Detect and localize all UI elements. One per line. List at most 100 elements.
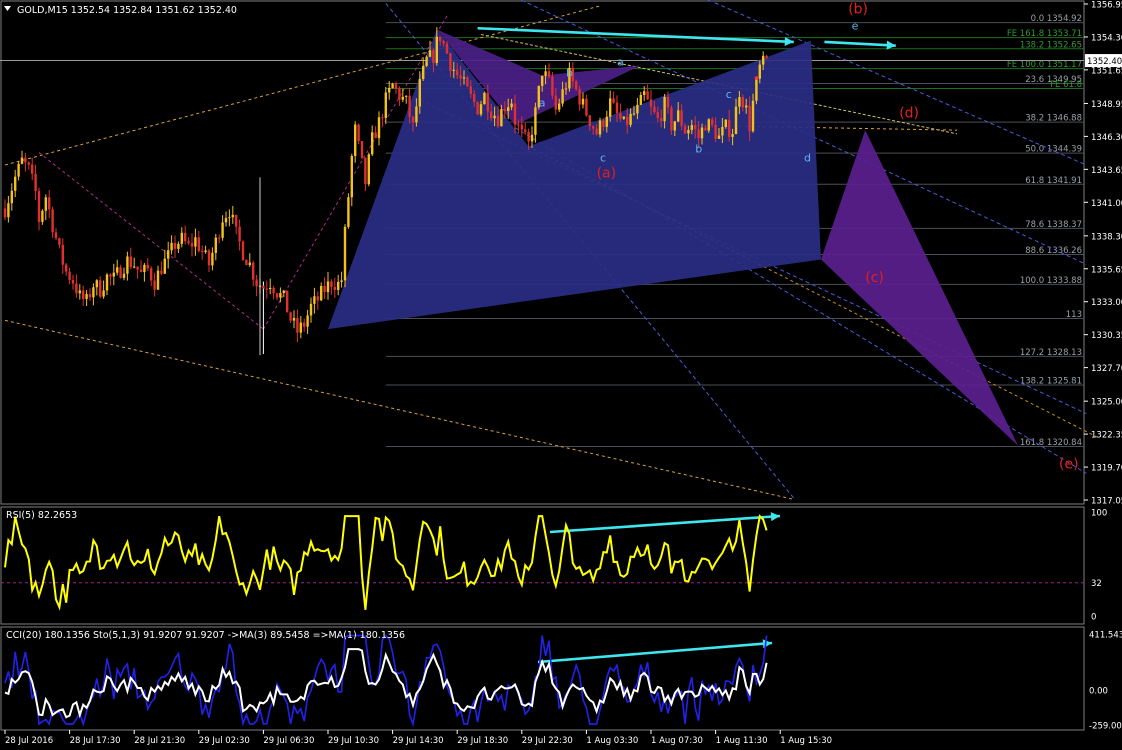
candle-bull [279, 292, 282, 298]
chart-window[interactable]: 0.0 1354.92 FE 161.8 1353.71 138.2 1352.65… [0, 0, 1122, 746]
candle-bull [41, 210, 44, 222]
candle-bear [24, 157, 27, 163]
candle-bear [265, 288, 268, 290]
candle-bull [530, 134, 534, 142]
candle-bear [697, 129, 700, 139]
fib-level-label: 61.8 1341.91 [1025, 176, 1082, 186]
candle-bear [241, 241, 245, 261]
candle-bear [748, 105, 751, 132]
candle-bull [745, 105, 748, 108]
candle-bear [146, 264, 149, 269]
candle-bull [534, 107, 537, 135]
candle-bull [347, 197, 350, 227]
candle-bear [456, 69, 459, 76]
candle-bull [734, 106, 738, 135]
candle-bull [306, 315, 309, 327]
candle-bull [167, 250, 170, 259]
candle-bull [367, 154, 370, 185]
candle-bull [418, 79, 421, 107]
candle-bull [102, 290, 105, 297]
candle-bull [507, 107, 510, 112]
rsi-tick-label: 0 [1091, 613, 1096, 623]
candle-bull [248, 262, 251, 266]
candle-bull [428, 50, 432, 57]
candle-bull [755, 78, 758, 101]
candle-bull [717, 135, 721, 139]
cci-tick-label: 0.00 [1089, 687, 1108, 697]
wave-label-cyan: c [726, 88, 732, 101]
candle-bear [653, 106, 656, 113]
candle-bear [99, 280, 102, 297]
price-tick-label: 1333.00 [1091, 298, 1122, 308]
candle-bull [636, 104, 639, 114]
candle-bear [333, 286, 336, 290]
candle-bear [714, 124, 717, 139]
candle-bear [381, 117, 384, 119]
candle-bear [235, 214, 238, 227]
candle-bull [721, 127, 724, 136]
candle-bear [262, 285, 265, 289]
candle-bull [598, 120, 602, 135]
time-tick-label: 28 Jul 21:30 [134, 736, 185, 746]
price-tick-label: 1348.95 [1091, 100, 1122, 110]
time-tick-label: 28 Jul 17:30 [70, 736, 121, 746]
fib-level-label: 113 [1066, 310, 1082, 320]
fib-level-label: 38.2 1346.88 [1025, 114, 1082, 124]
candle-bear [364, 157, 367, 185]
candle-bear [65, 264, 68, 272]
wave-label-red: (d) [899, 106, 919, 122]
candle-bear [272, 287, 275, 294]
price-tick-label: 1338.30 [1091, 232, 1122, 242]
cci-header: CCI(20) 180.1356 Sto(5,1,3) 91.9207 91.9… [6, 630, 405, 641]
candle-bear [619, 113, 622, 119]
candle-bull [20, 157, 24, 164]
candle-bear [466, 77, 469, 87]
time-tick-label: 28 Jul 2016 [5, 736, 53, 746]
candle-bear [296, 317, 299, 333]
candle-bull [156, 270, 160, 290]
candle-bear [289, 312, 292, 321]
candle-bull [673, 121, 676, 131]
candle-bear [656, 112, 659, 118]
candle-bear [330, 281, 333, 287]
candle-bull [326, 281, 330, 293]
rsi-header: RSI(5) 82.2653 [6, 510, 77, 521]
candle-bull [343, 226, 347, 281]
price-tick-label: 1325.00 [1091, 398, 1122, 408]
candle-bull [170, 242, 173, 251]
time-tick-label: 1 Aug 07:30 [651, 736, 703, 746]
candle-bull [143, 264, 146, 272]
candle-bull [422, 65, 425, 80]
wave-label-cyan: d [804, 151, 811, 164]
fib-level-label: 88.6 1336.26 [1025, 246, 1082, 256]
candle-bear [432, 50, 435, 63]
candle-bull [194, 237, 197, 247]
candle-bear [524, 129, 527, 132]
candle-bear [683, 126, 687, 134]
fib-level-label: 138.2 1352.65 [1020, 40, 1082, 50]
candle-bull [204, 250, 207, 253]
price-tick-label: 1354.30 [1091, 33, 1122, 43]
chart-svg[interactable]: 0.0 1354.92 FE 161.8 1353.71138.2 1352.65… [0, 0, 1122, 746]
price-tick-label: 1356.95 [1091, 1, 1122, 11]
time-tick-label: 29 Jul 22:30 [522, 736, 573, 746]
candle-bull [377, 117, 381, 139]
fib-level-label: 50.0 1344.39 [1025, 145, 1082, 155]
candle-bear [476, 102, 479, 115]
candle-bear [547, 71, 551, 77]
price-tick-label: 1341.00 [1091, 199, 1122, 209]
candle-bull [483, 92, 486, 105]
candle-bull [10, 190, 13, 204]
candle-bull [435, 36, 438, 63]
candle-bear [513, 103, 517, 125]
candle-bear [82, 290, 85, 299]
candle-bear [554, 95, 557, 110]
candle-bear [442, 40, 445, 44]
candle-bull [639, 94, 642, 105]
candle-bull [738, 97, 741, 107]
candle-bear [34, 173, 37, 191]
candle-bull [687, 129, 690, 134]
wave-label-red: (b) [848, 1, 868, 17]
rsi-tick-label: 32 [1091, 579, 1102, 589]
wave-label-cyan: c [600, 151, 606, 164]
